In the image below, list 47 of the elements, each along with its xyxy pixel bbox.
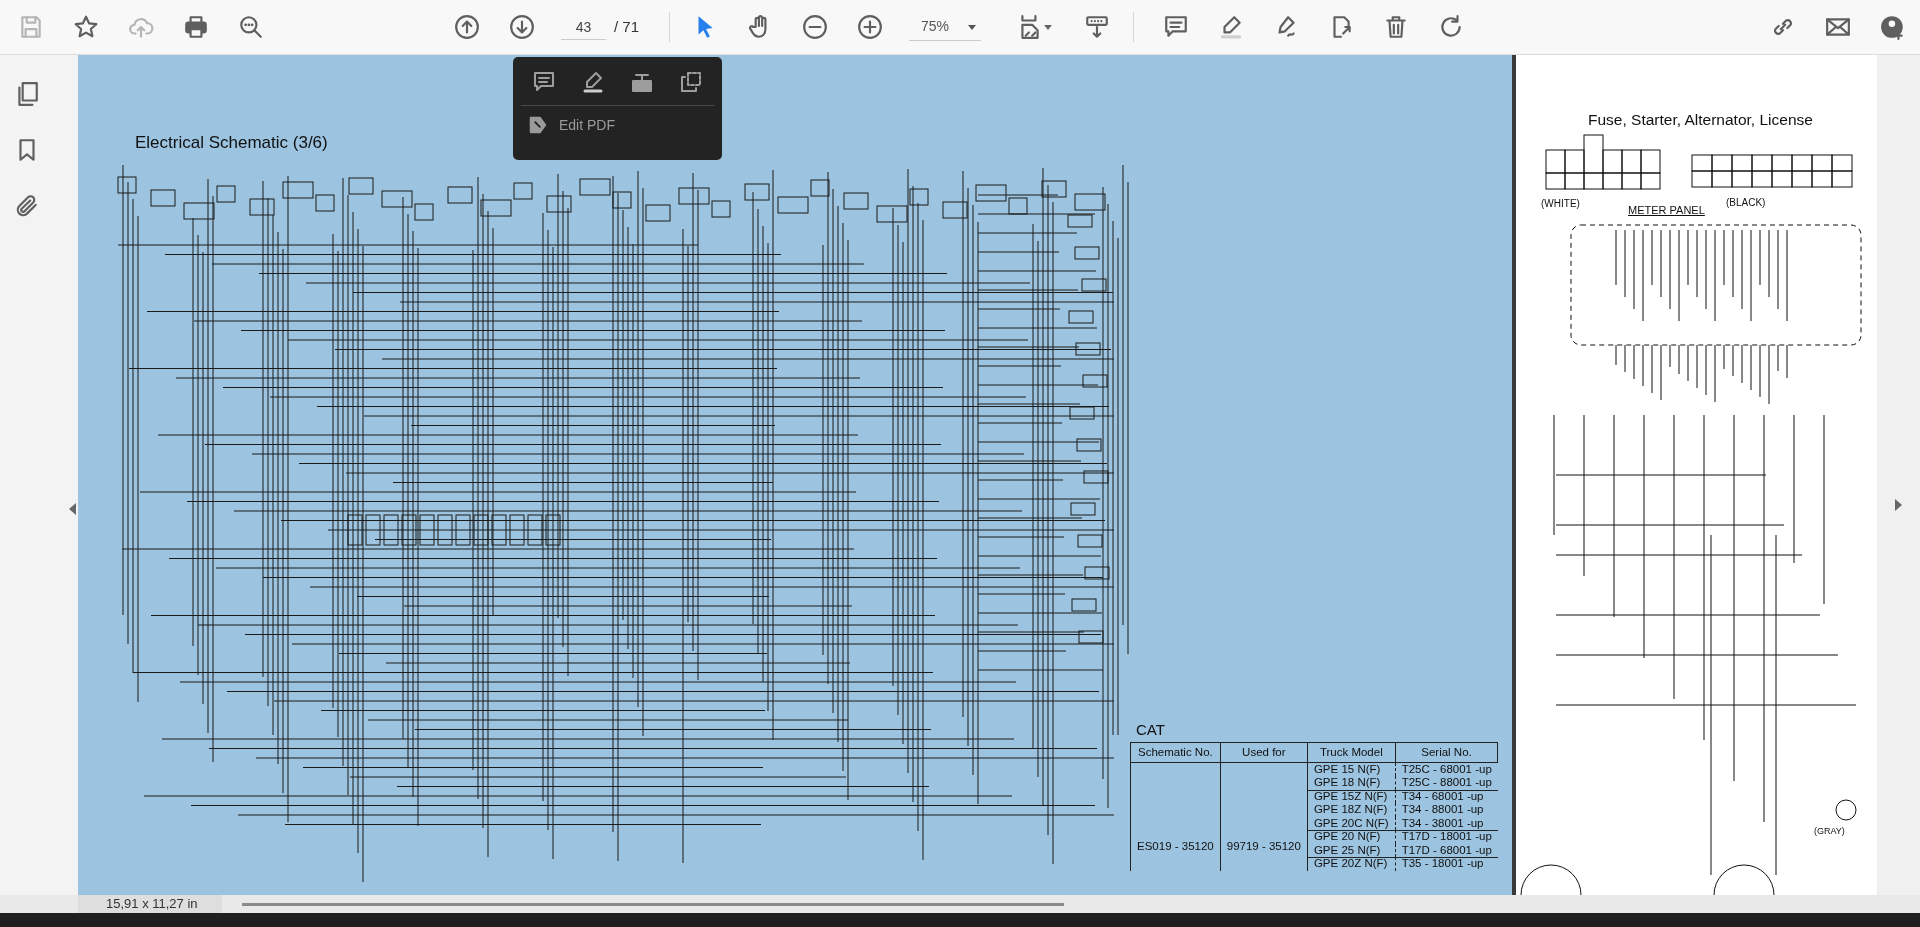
table-cell: T17D - 18001 -up [1395,830,1498,844]
table-cell: T25C - 68001 -up [1395,762,1498,777]
horizontal-scrollbar[interactable] [241,902,1064,906]
comment-icon[interactable] [1163,14,1190,40]
table-cell: GPE 20 N(F) [1307,830,1396,844]
zoom-out-icon[interactable] [802,14,829,40]
caret-icon[interactable] [1043,22,1054,32]
zoom-dropdown[interactable]: 75% [909,13,982,41]
diagram-label: (BLACK) [1726,197,1766,208]
table-cell: GPE 15 N(F) [1307,762,1396,777]
table-cell: GPE 15Z N(F) [1307,789,1396,804]
printer-icon[interactable] [183,14,209,40]
table-header: Truck Model [1307,742,1396,763]
diagram-title: Fuse, Starter, Alternator, License [1588,110,1813,130]
highlighter-icon[interactable] [581,70,605,95]
table-cell: T34 - 88001 -up [1395,803,1498,817]
page-size-label: 15,91 x 11,27 in [78,895,222,913]
page-total: / 71 [614,16,640,37]
arrow-up-icon[interactable] [454,14,480,40]
diagram-label: (GRAY) [1814,827,1845,837]
table-cell: T34 - 68001 -up [1395,789,1498,804]
table-header: Used for [1220,742,1308,763]
paperclip-icon[interactable] [14,193,40,219]
table-header: Serial No. [1395,742,1498,763]
table-cell: T34 - 38001 -up [1395,816,1498,831]
table-cell: T25C - 88001 -up [1395,776,1498,790]
table-cell: GPE 18Z N(F) [1307,803,1396,817]
table-header: Schematic No. [1130,742,1221,763]
table-cell: 99719 - 35120 [1220,762,1308,871]
table-cell: ES019 - 35120 [1130,762,1221,871]
zoom-in-icon[interactable] [857,14,884,40]
table-cell: GPE 18 N(F) [1307,776,1396,790]
copy-pages-icon[interactable] [679,70,703,95]
star-icon[interactable] [73,14,99,40]
diagram-label: (WHITE) [1541,198,1580,209]
edit-pdf-button[interactable]: Edit PDF [521,106,621,144]
table-cell: GPE 20C N(F) [1307,816,1396,831]
diagram-label: METER PANEL [1628,204,1705,217]
arrow-down-icon[interactable] [509,14,535,40]
table-cell: T17D - 68001 -up [1395,843,1498,858]
zoom-search-icon[interactable] [238,14,264,40]
brand-label: CAT [1135,720,1166,740]
table-cell: GPE 20Z N(F) [1307,857,1396,871]
page-number-field[interactable]: 43 [561,14,606,40]
table-cell: GPE 25 N(F) [1307,843,1396,858]
keyboard-down-icon[interactable] [1084,14,1111,40]
table-cell: T35 - 18001 -up [1395,857,1498,871]
